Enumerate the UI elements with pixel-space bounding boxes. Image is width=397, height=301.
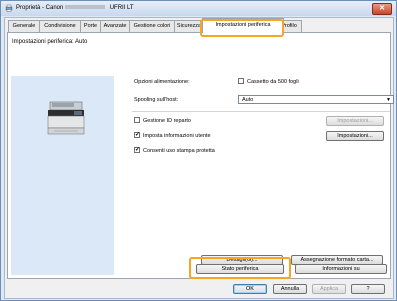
check-icon: ✓ — [135, 147, 141, 153]
about-button[interactable]: Informazioni su — [295, 264, 387, 274]
tab-porte[interactable]: Porte — [80, 20, 101, 32]
tab-gestione-colori[interactable]: Gestione colori — [129, 20, 175, 32]
close-button[interactable]: ✕ — [372, 3, 392, 15]
close-icon: ✕ — [379, 5, 385, 12]
check-icon: ✓ — [135, 132, 141, 138]
device-settings-header: Impostazioni periferica: Auto — [12, 39, 88, 45]
tab-condivisione[interactable]: Condivisione — [39, 20, 81, 32]
tab-avanzate[interactable]: Avanzate — [100, 20, 130, 32]
title-suffix: UFRII LT — [109, 5, 134, 11]
secure-print-label: Consenti uso stampa protetta — [143, 148, 215, 154]
spooling-label: Spooling sull'host: — [134, 97, 179, 103]
secure-print-checkbox[interactable]: ✓ — [134, 147, 140, 153]
device-settings-panel: Impostazioni periferica: Auto Opzioni al… — [7, 32, 394, 279]
tab-profilo[interactable]: Profilo — [282, 20, 302, 32]
dept-id-settings-button[interactable]: Impostazioni... — [326, 116, 384, 126]
divider — [132, 111, 390, 112]
spooling-select[interactable]: Auto ▼ — [238, 95, 394, 104]
dialog-client: Generale Condivisione Porte Avanzate Ges… — [4, 17, 394, 299]
redacted-model — [65, 5, 106, 10]
printer-illustration-icon — [47, 101, 85, 135]
cancel-button[interactable]: Annulla — [273, 284, 307, 294]
tab-highlight — [200, 19, 284, 37]
user-info-settings-button[interactable]: Impostazioni... — [326, 131, 384, 141]
window-title: Proprietà - Canon UFRII LT — [16, 5, 134, 11]
apply-button[interactable]: Applica — [312, 284, 346, 294]
paper-cassette-label: Cassetto da 500 fogli — [247, 79, 299, 85]
paper-cassette-checkbox[interactable] — [238, 78, 244, 84]
title-prefix: Proprietà - Canon — [16, 5, 64, 11]
printer-icon — [5, 4, 13, 12]
device-status-highlight — [189, 257, 291, 279]
user-info-label: Imposta informazioni utente — [143, 133, 211, 139]
ok-button[interactable]: OK — [233, 284, 267, 294]
dept-id-label: Gestione ID reparto — [143, 118, 191, 124]
properties-window: Proprietà - Canon UFRII LT ✕ Generale Co… — [0, 0, 397, 301]
dept-id-checkbox[interactable] — [134, 117, 140, 123]
title-bar[interactable]: Proprietà - Canon UFRII LT ✕ — [1, 1, 396, 16]
help-button[interactable]: ? — [351, 284, 385, 294]
chevron-down-icon: ▼ — [386, 97, 391, 103]
spooling-value: Auto — [242, 97, 254, 103]
tab-generale[interactable]: Generale — [8, 20, 40, 32]
user-info-checkbox[interactable]: ✓ — [134, 132, 140, 138]
power-options-label: Opzioni alimentazione: — [134, 79, 190, 85]
printer-preview — [11, 76, 114, 275]
